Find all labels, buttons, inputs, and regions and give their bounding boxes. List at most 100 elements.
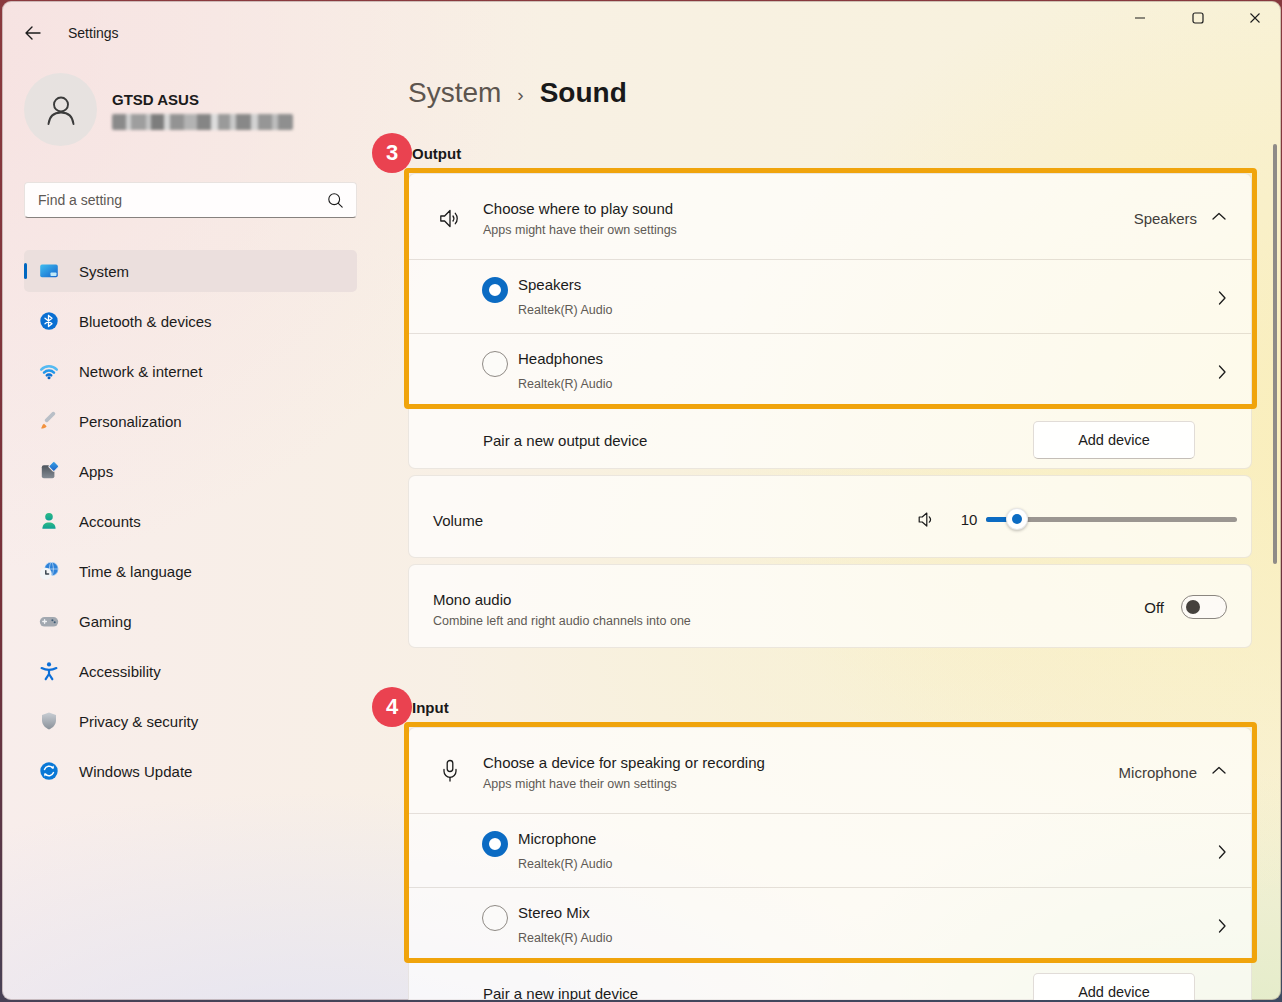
- device-detail: Realtek(R) Audio: [518, 303, 613, 317]
- chevron-right-icon[interactable]: [1217, 844, 1227, 860]
- chevron-right-icon[interactable]: [1217, 364, 1227, 380]
- sidebar-item-label: Apps: [79, 463, 113, 480]
- search-box[interactable]: [24, 182, 357, 218]
- breadcrumb-parent[interactable]: System: [408, 77, 501, 109]
- sidebar-item-label: Personalization: [79, 413, 182, 430]
- breadcrumb: System › Sound: [408, 77, 627, 109]
- choose-input-title: Choose a device for speaking or recordin…: [483, 754, 765, 771]
- person-icon: [42, 91, 80, 129]
- input-section-label: Input: [412, 699, 449, 716]
- device-name: Microphone: [518, 830, 596, 847]
- search-icon: [327, 192, 344, 209]
- input-device-row-stereo-mix[interactable]: Stereo Mix Realtek(R) Audio: [409, 887, 1251, 961]
- time-language-icon: [39, 561, 59, 581]
- pair-input-row: Pair a new input device Add device: [409, 961, 1251, 1000]
- sidebar-item-system[interactable]: System: [24, 250, 357, 292]
- sidebar-item-bluetooth-devices[interactable]: Bluetooth & devices: [24, 300, 357, 342]
- sidebar-item-time-language[interactable]: Time & language: [24, 550, 357, 592]
- input-device-group: Choose a device for speaking or recordin…: [408, 727, 1252, 1000]
- choose-output-title: Choose where to play sound: [483, 200, 673, 217]
- add-output-device-button[interactable]: Add device: [1033, 421, 1195, 459]
- choose-input-subtitle: Apps might have their own settings: [483, 777, 677, 791]
- personalization-icon: [39, 411, 59, 431]
- avatar[interactable]: [24, 73, 97, 146]
- sidebar-item-label: Accounts: [79, 513, 141, 530]
- sidebar-item-apps[interactable]: Apps: [24, 450, 357, 492]
- radio-selected[interactable]: [482, 277, 508, 303]
- sidebar-item-windows-update[interactable]: Windows Update: [24, 750, 357, 792]
- search-input[interactable]: [38, 183, 318, 217]
- device-name: Headphones: [518, 350, 603, 367]
- sidebar-item-label: Accessibility: [79, 663, 161, 680]
- chevron-right-icon[interactable]: [1217, 290, 1227, 306]
- device-detail: Realtek(R) Audio: [518, 377, 613, 391]
- sidebar-item-accounts[interactable]: Accounts: [24, 500, 357, 542]
- mono-audio-toggle[interactable]: [1181, 595, 1227, 619]
- output-device-group: Choose where to play sound Apps might ha…: [408, 173, 1252, 469]
- back-button[interactable]: [22, 22, 44, 44]
- output-device-row-headphones[interactable]: Headphones Realtek(R) Audio: [409, 333, 1251, 407]
- volume-label: Volume: [433, 512, 483, 529]
- step-3-badge: 3: [372, 133, 412, 173]
- sidebar-item-privacy-security[interactable]: Privacy & security: [24, 700, 357, 742]
- radio-unselected[interactable]: [482, 905, 508, 931]
- sidebar-item-accessibility[interactable]: Accessibility: [24, 650, 357, 692]
- radio-unselected[interactable]: [482, 351, 508, 377]
- sidebar-item-label: Time & language: [79, 563, 192, 580]
- input-device-row-microphone[interactable]: Microphone Realtek(R) Audio: [409, 813, 1251, 887]
- main-content: System › Sound 3 Output Choose where to …: [408, 1, 1253, 1000]
- radio-selected[interactable]: [482, 831, 508, 857]
- apps-icon: [39, 461, 59, 481]
- chevron-up-icon[interactable]: [1211, 211, 1227, 222]
- input-section-header: 4 Input: [410, 687, 449, 727]
- volume-slider-thumb[interactable]: [1006, 508, 1028, 530]
- device-name: Speakers: [518, 276, 581, 293]
- chevron-right-icon[interactable]: [1217, 918, 1227, 934]
- device-detail: Realtek(R) Audio: [518, 931, 613, 945]
- volume-card: Volume 10: [408, 475, 1252, 558]
- input-selected-value: Microphone: [1119, 764, 1197, 781]
- mono-audio-state: Off: [1144, 599, 1164, 616]
- sidebar-item-label: Network & internet: [79, 363, 202, 380]
- output-section-header: 3 Output: [410, 133, 461, 173]
- volume-value: 10: [957, 511, 981, 528]
- microphone-icon: [440, 759, 460, 783]
- sidebar-item-label: System: [79, 263, 129, 280]
- windows-update-icon: [39, 761, 59, 781]
- chevron-up-icon[interactable]: [1211, 765, 1227, 776]
- pair-input-label: Pair a new input device: [483, 985, 638, 1000]
- bluetooth-icon: [39, 311, 59, 331]
- device-name: Stereo Mix: [518, 904, 590, 921]
- account-name: GTSD ASUS: [112, 91, 199, 108]
- output-section-label: Output: [412, 145, 461, 162]
- choose-output-row[interactable]: Choose where to play sound Apps might ha…: [409, 174, 1251, 259]
- account-email-blurred: [112, 114, 293, 130]
- selected-accent-bar: [24, 263, 27, 279]
- back-arrow-icon: [22, 22, 44, 44]
- breadcrumb-separator-icon: ›: [517, 84, 523, 106]
- speaker-icon: [438, 207, 461, 230]
- app-title: Settings: [68, 25, 119, 41]
- page-title: Sound: [540, 77, 627, 109]
- mono-audio-card: Mono audio Combine left and right audio …: [408, 564, 1252, 648]
- accessibility-icon: [39, 661, 59, 681]
- pair-output-row: Pair a new output device Add device: [409, 407, 1251, 468]
- sidebar-item-label: Privacy & security: [79, 713, 198, 730]
- mono-audio-subtitle: Combine left and right audio channels in…: [433, 614, 691, 628]
- output-device-row-speakers[interactable]: Speakers Realtek(R) Audio: [409, 259, 1251, 333]
- scrollbar-thumb[interactable]: [1273, 144, 1277, 564]
- network-icon: [39, 361, 59, 381]
- sidebar-item-gaming[interactable]: Gaming: [24, 600, 357, 642]
- sidebar-item-network-internet[interactable]: Network & internet: [24, 350, 357, 392]
- mono-audio-title: Mono audio: [433, 591, 511, 608]
- settings-window: Settings GTSD ASUS System Bluetooth & dev…: [2, 1, 1281, 1000]
- choose-input-row[interactable]: Choose a device for speaking or recordin…: [409, 728, 1251, 813]
- gaming-icon: [39, 611, 59, 631]
- toggle-knob: [1186, 600, 1200, 614]
- output-selected-value: Speakers: [1134, 210, 1197, 227]
- add-input-device-button[interactable]: Add device: [1033, 973, 1195, 1000]
- sidebar-item-personalization[interactable]: Personalization: [24, 400, 357, 442]
- privacy-icon: [39, 711, 59, 731]
- sidebar-item-label: Windows Update: [79, 763, 192, 780]
- volume-speaker-icon: [917, 510, 936, 529]
